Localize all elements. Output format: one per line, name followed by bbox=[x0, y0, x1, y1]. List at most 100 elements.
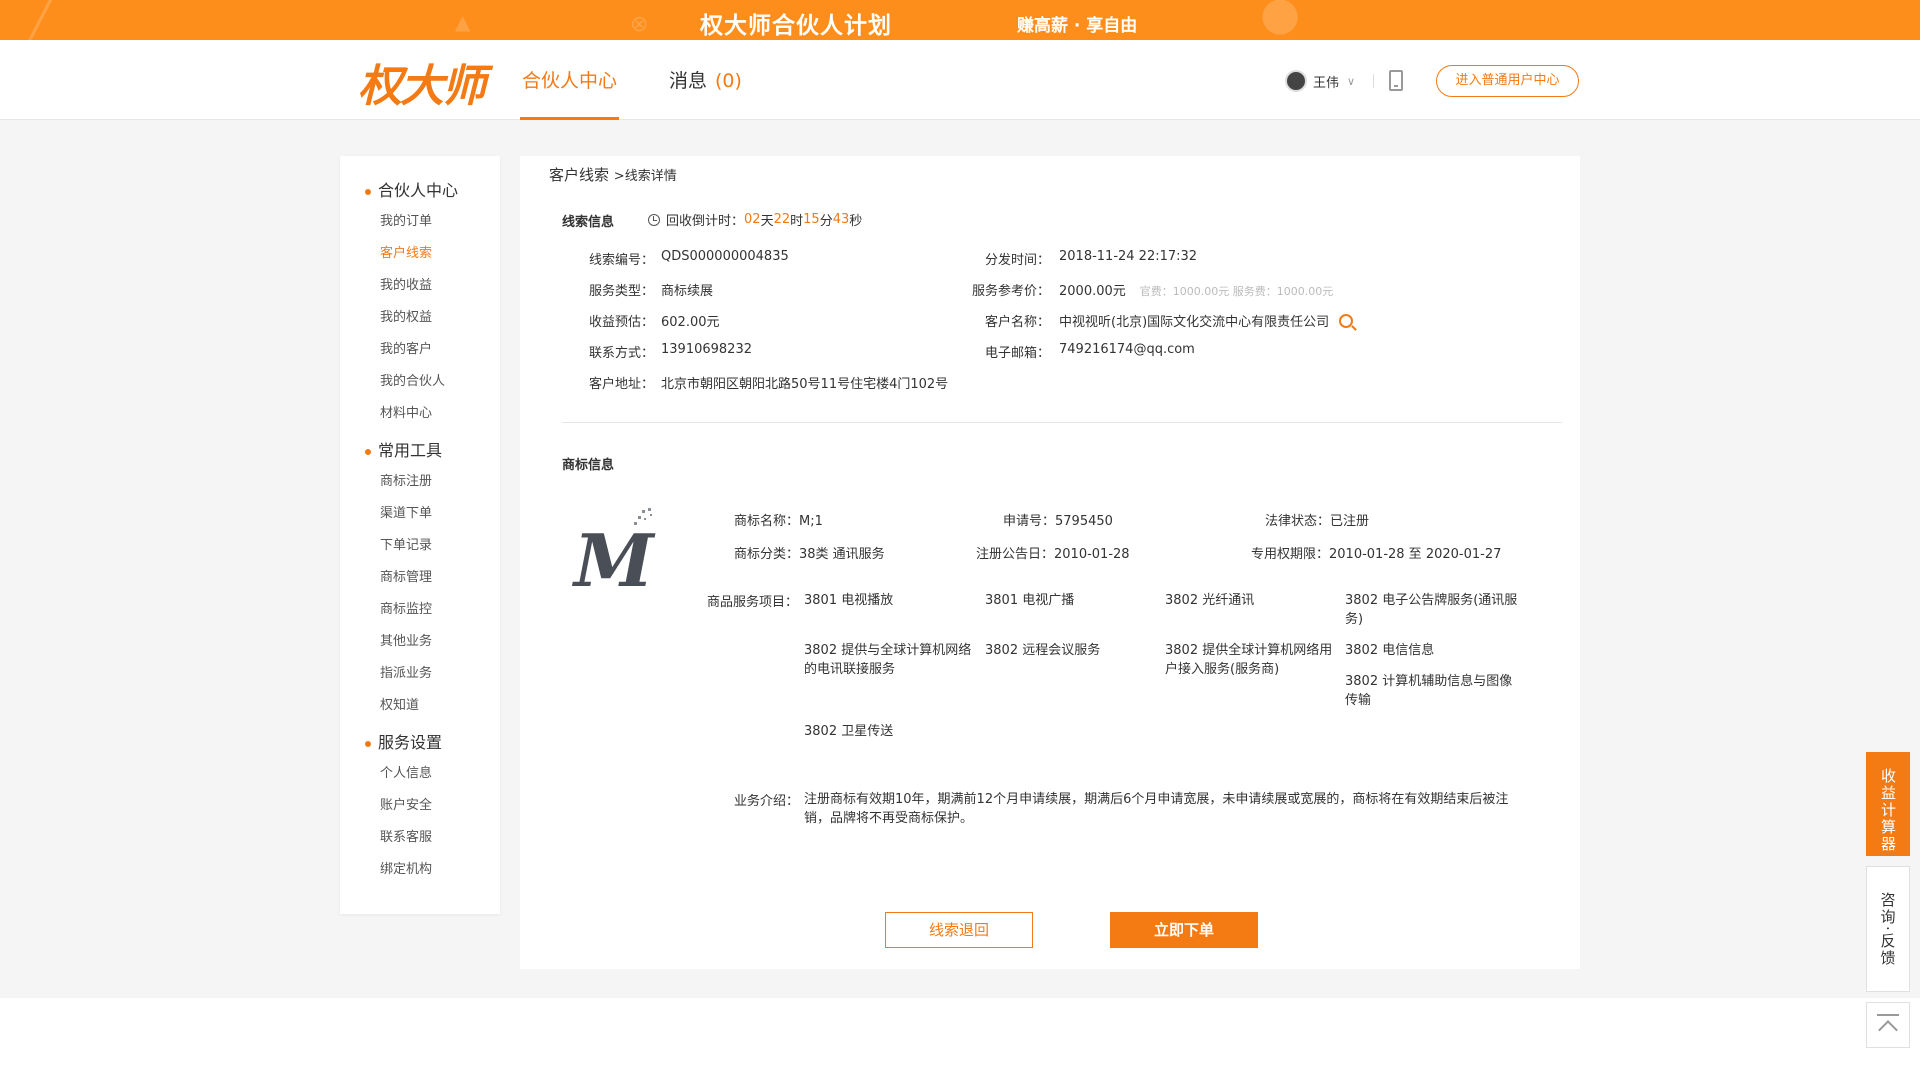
service-item: 3802 光纤通讯 bbox=[1165, 593, 1255, 608]
user-menu[interactable]: 王伟 ∨ bbox=[1285, 70, 1355, 92]
countdown-days: 02 bbox=[744, 212, 761, 227]
price-label: 服务参考价： bbox=[971, 284, 1050, 299]
service-item: 3802 电子公告牌服务(通讯服务) bbox=[1345, 593, 1518, 627]
coin-icon: ● bbox=[1260, 0, 1301, 40]
tm-validity: 专用权期限：2010-01-28 至 2020-01-27 bbox=[1251, 547, 1502, 562]
nav-messages[interactable]: 消息 (0) bbox=[669, 66, 742, 93]
sidebar-item-other[interactable]: 其他业务 bbox=[340, 626, 500, 658]
return-lead-button[interactable]: 线索退回 bbox=[885, 912, 1033, 948]
sidebar-item-orders[interactable]: 我的订单 bbox=[340, 206, 500, 238]
coin-icon: ⊗ bbox=[630, 12, 649, 37]
countdown-seconds: 43 bbox=[832, 212, 850, 227]
tm-status: 法律状态：已注册 bbox=[1265, 514, 1370, 529]
main-panel: 客户线索 >线索详情 线索信息 回收倒计时： 02 天 22 时 15 分 43 秒 线… bbox=[520, 156, 1580, 969]
sidebar-item-customers[interactable]: 我的客户 bbox=[340, 334, 500, 366]
decoration-icon: ▲ bbox=[455, 10, 471, 34]
divider bbox=[562, 422, 1562, 423]
sidebar-group: 常用工具 商标注册 渠道下单 下单记录 商标管理 商标监控 其他业务 指派业务 … bbox=[340, 436, 500, 722]
sidebar-group-title: 合伙人中心 bbox=[340, 176, 500, 206]
fee-note: 官费：1000.00元 服务费：1000.00元 bbox=[1139, 285, 1334, 298]
sidebar-group-title: 常用工具 bbox=[340, 436, 500, 466]
feedback-button[interactable]: 咨询·反馈 bbox=[1866, 866, 1910, 992]
breadcrumb-current: >线索详情 bbox=[613, 169, 677, 184]
search-icon[interactable] bbox=[1339, 314, 1354, 328]
business-intro: 注册商标有效期10年，期满前12个月申请续展，期满后6个月申请宽展，未申请续展或… bbox=[804, 792, 1509, 826]
back-to-top-button[interactable] bbox=[1866, 1002, 1910, 1048]
service-item: 3802 计算机辅助信息与图像传输 bbox=[1345, 674, 1513, 708]
countdown-days-unit: 天 bbox=[760, 214, 774, 229]
decoration-icon: ╱ bbox=[30, 0, 55, 40]
trademark-image: M bbox=[572, 508, 656, 603]
email-label: 电子邮箱： bbox=[984, 346, 1050, 361]
sidebar-group: 服务设置 个人信息 账户安全 联系客服 绑定机构 bbox=[340, 728, 500, 886]
countdown: 回收倒计时： 02 天 22 时 15 分 43 秒 bbox=[648, 210, 862, 229]
countdown-minutes: 15 bbox=[803, 212, 820, 227]
customer-name: 中视视听(北京)国际文化交流中心有限责任公司 bbox=[1059, 311, 1354, 330]
sidebar-item-support[interactable]: 联系客服 bbox=[340, 822, 500, 854]
user-name: 王伟 bbox=[1313, 75, 1340, 91]
nav-partner-center[interactable]: 合伙人中心 bbox=[520, 66, 620, 120]
mobile-icon[interactable] bbox=[1389, 70, 1403, 91]
sidebar-group-title: 服务设置 bbox=[340, 728, 500, 758]
address-label: 客户地址： bbox=[588, 377, 654, 392]
sidebar: 合伙人中心 我的订单 客户线索 我的收益 我的权益 我的客户 我的合伙人 材料中… bbox=[340, 156, 500, 914]
sidebar-item-income[interactable]: 我的收益 bbox=[340, 270, 500, 302]
sidebar-item-bind-org[interactable]: 绑定机构 bbox=[340, 854, 500, 886]
income-label: 收益预估： bbox=[588, 315, 654, 330]
countdown-minutes-unit: 分 bbox=[819, 214, 833, 229]
sidebar-item-knowledge[interactable]: 权知道 bbox=[340, 690, 500, 722]
service-item: 3801 电视播放 bbox=[804, 593, 894, 608]
arrow-up-icon bbox=[1878, 1019, 1898, 1040]
sidebar-item-tm-monitor[interactable]: 商标监控 bbox=[340, 594, 500, 626]
tm-category: 商标分类：38类 通讯服务 bbox=[734, 547, 885, 562]
trademark-section-title: 商标信息 bbox=[562, 458, 615, 473]
sidebar-item-profile[interactable]: 个人信息 bbox=[340, 758, 500, 790]
banner-title: 权大师合伙人计划 bbox=[700, 13, 892, 39]
sidebar-item-partners[interactable]: 我的合伙人 bbox=[340, 366, 500, 398]
income-calculator-button[interactable]: 收益计算器 bbox=[1866, 752, 1910, 856]
price-value: 2000.00元 bbox=[1059, 284, 1126, 299]
lead-code-label: 线索编号： bbox=[588, 253, 654, 268]
message-count: (0) bbox=[715, 70, 742, 92]
contact-label: 联系方式： bbox=[588, 346, 654, 361]
enter-user-center-button[interactable]: 进入普通用户中心 bbox=[1436, 65, 1579, 97]
tm-name: 商标名称：M;1 bbox=[734, 514, 823, 529]
dispatch-time: 2018-11-24 22:17:32 bbox=[1059, 249, 1198, 264]
sidebar-item-tm-manage[interactable]: 商标管理 bbox=[340, 562, 500, 594]
lead-code: QDS000000004835 bbox=[661, 249, 789, 264]
banner-slogan: 赚高薪 · 享自由 bbox=[1017, 16, 1138, 36]
service-item: 3802 提供与全球计算机网络的电讯联接服务 bbox=[804, 643, 972, 677]
chevron-down-icon: ∨ bbox=[1347, 74, 1356, 88]
sidebar-item-materials[interactable]: 材料中心 bbox=[340, 398, 500, 430]
sidebar-item-leads[interactable]: 客户线索 bbox=[340, 238, 500, 270]
customer-name-label: 客户名称： bbox=[984, 315, 1050, 330]
customer-email: 749216174@qq.com bbox=[1059, 342, 1195, 357]
income-estimate: 602.00元 bbox=[661, 315, 720, 330]
contact-phone: 13910698232 bbox=[661, 342, 752, 357]
reference-price: 2000.00元 官费：1000.00元 服务费：1000.00元 bbox=[1059, 280, 1333, 299]
place-order-button[interactable]: 立即下单 bbox=[1110, 912, 1258, 948]
sidebar-item-rights[interactable]: 我的权益 bbox=[340, 302, 500, 334]
logo[interactable]: 权大师 bbox=[358, 50, 486, 114]
header: 权大师 合伙人中心 消息 (0) 王伟 ∨ 进入普通用户中心 bbox=[0, 40, 1920, 120]
footer bbox=[0, 998, 1920, 1080]
back-to-top-icon bbox=[1877, 1013, 1899, 1016]
divider bbox=[1373, 74, 1374, 88]
customer-address: 北京市朝阳区朝阳北路50号11号住宅楼4门102号 bbox=[661, 377, 949, 392]
sidebar-item-tm-register[interactable]: 商标注册 bbox=[340, 466, 500, 498]
sidebar-item-order-records[interactable]: 下单记录 bbox=[340, 530, 500, 562]
countdown-label: 回收倒计时： bbox=[666, 214, 745, 229]
sidebar-item-assigned[interactable]: 指派业务 bbox=[340, 658, 500, 690]
breadcrumb-root[interactable]: 客户线索 bbox=[549, 166, 609, 184]
service-item: 3802 提供全球计算机网络用户接入服务(服务商) bbox=[1165, 643, 1333, 677]
svg-text:M: M bbox=[572, 518, 656, 603]
nav-messages-label: 消息 bbox=[669, 70, 708, 92]
clock-icon bbox=[648, 213, 660, 226]
countdown-seconds-unit: 秒 bbox=[849, 214, 863, 229]
sidebar-item-security[interactable]: 账户安全 bbox=[340, 790, 500, 822]
sidebar-group: 合伙人中心 我的订单 客户线索 我的收益 我的权益 我的客户 我的合伙人 材料中… bbox=[340, 176, 500, 430]
dispatch-time-label: 分发时间： bbox=[984, 253, 1050, 268]
sidebar-item-channel-order[interactable]: 渠道下单 bbox=[340, 498, 500, 530]
intro-label: 业务介绍： bbox=[734, 794, 800, 809]
service-type-label: 服务类型： bbox=[588, 284, 654, 299]
